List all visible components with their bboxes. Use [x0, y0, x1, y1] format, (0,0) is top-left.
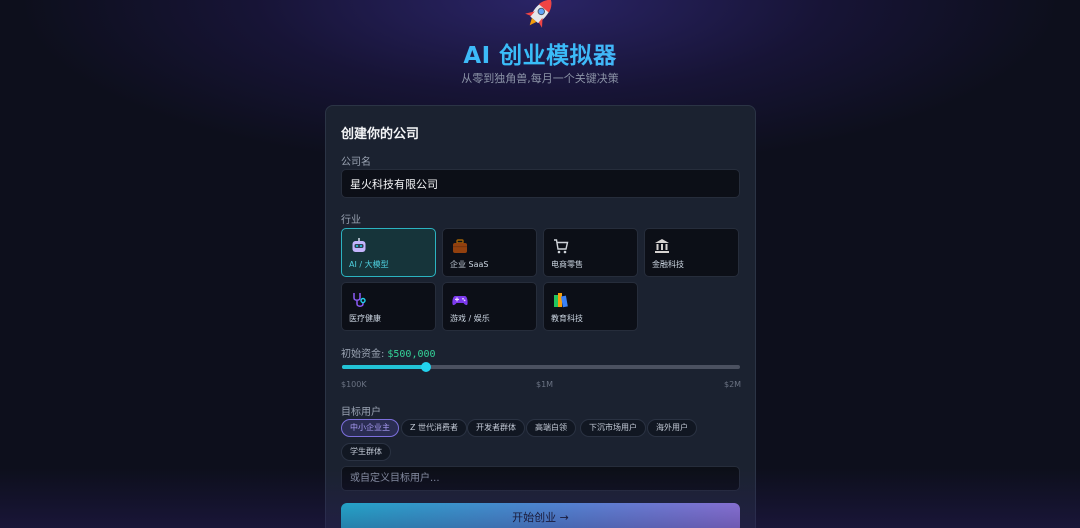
- industry-label: 行业: [341, 215, 361, 226]
- shopping-cart-icon: [554, 239, 569, 254]
- robot-icon: [352, 238, 366, 252]
- industry-option-gaming[interactable]: 游戏 / 娱乐: [442, 282, 537, 331]
- budget-value: $500,000: [387, 349, 436, 360]
- industry-option-ecommerce[interactable]: 电商零售: [543, 228, 638, 277]
- create-company-card: 创建你的公司 公司名 行业 AI / 大模型 企业 SaaS 电商零售: [325, 105, 756, 528]
- industry-label-ai: AI / 大模型: [349, 260, 389, 269]
- industry-option-ai[interactable]: AI / 大模型: [341, 228, 436, 277]
- budget-label: 初始资金: $500,000: [341, 345, 436, 360]
- industry-option-health[interactable]: 医疗健康: [341, 282, 436, 331]
- rocket-icon: [525, 0, 552, 28]
- target-chip-developers[interactable]: 开发者群体: [467, 419, 525, 437]
- budget-slider-fill: [342, 365, 426, 369]
- stethoscope-icon: [353, 293, 366, 307]
- company-name-label: 公司名: [341, 157, 371, 168]
- industry-label-fintech: 金融科技: [652, 260, 684, 269]
- budget-slider-thumb[interactable]: [420, 362, 431, 372]
- target-chip-white-collar[interactable]: 高端白领: [526, 419, 576, 437]
- industry-option-saas[interactable]: 企业 SaaS: [442, 228, 537, 277]
- app-subtitle: 从零到独角兽,每月一个关键决策: [461, 72, 619, 85]
- target-users-label: 目标用户: [341, 407, 381, 418]
- budget-tick-mid: $1M: [536, 380, 554, 389]
- custom-target-input[interactable]: [341, 466, 740, 491]
- budget-slider[interactable]: [342, 362, 740, 372]
- industry-option-fintech[interactable]: 金融科技: [644, 228, 739, 277]
- company-name-input[interactable]: [341, 169, 740, 198]
- budget-tick-min: $100K: [341, 380, 367, 389]
- industry-option-edtech[interactable]: 教育科技: [543, 282, 638, 331]
- bank-icon: [655, 239, 669, 253]
- target-chip-students[interactable]: 学生群体: [341, 443, 391, 461]
- industry-label-saas: 企业 SaaS: [450, 260, 489, 269]
- budget-tick-max: $2M: [724, 380, 742, 389]
- books-icon: [554, 293, 568, 308]
- app-title: AI 创业模拟器: [0, 36, 1080, 70]
- target-chip-genz[interactable]: Z 世代消费者: [401, 419, 468, 437]
- target-chip-overseas[interactable]: 海外用户: [647, 419, 697, 437]
- industry-label-edtech: 教育科技: [551, 314, 583, 323]
- card-title: 创建你的公司: [341, 127, 420, 142]
- budget-label-text: 初始资金:: [341, 349, 385, 360]
- target-chip-lower-tier[interactable]: 下沉市场用户: [580, 419, 646, 437]
- briefcase-icon: [453, 239, 467, 253]
- start-button[interactable]: 开始创业 →: [341, 503, 740, 528]
- industry-label-ecommerce: 电商零售: [551, 260, 583, 269]
- industry-label-health: 医疗健康: [349, 314, 381, 323]
- target-chip-smb[interactable]: 中小企业主: [341, 419, 399, 437]
- gamepad-icon: [452, 296, 468, 306]
- industry-label-gaming: 游戏 / 娱乐: [450, 314, 490, 323]
